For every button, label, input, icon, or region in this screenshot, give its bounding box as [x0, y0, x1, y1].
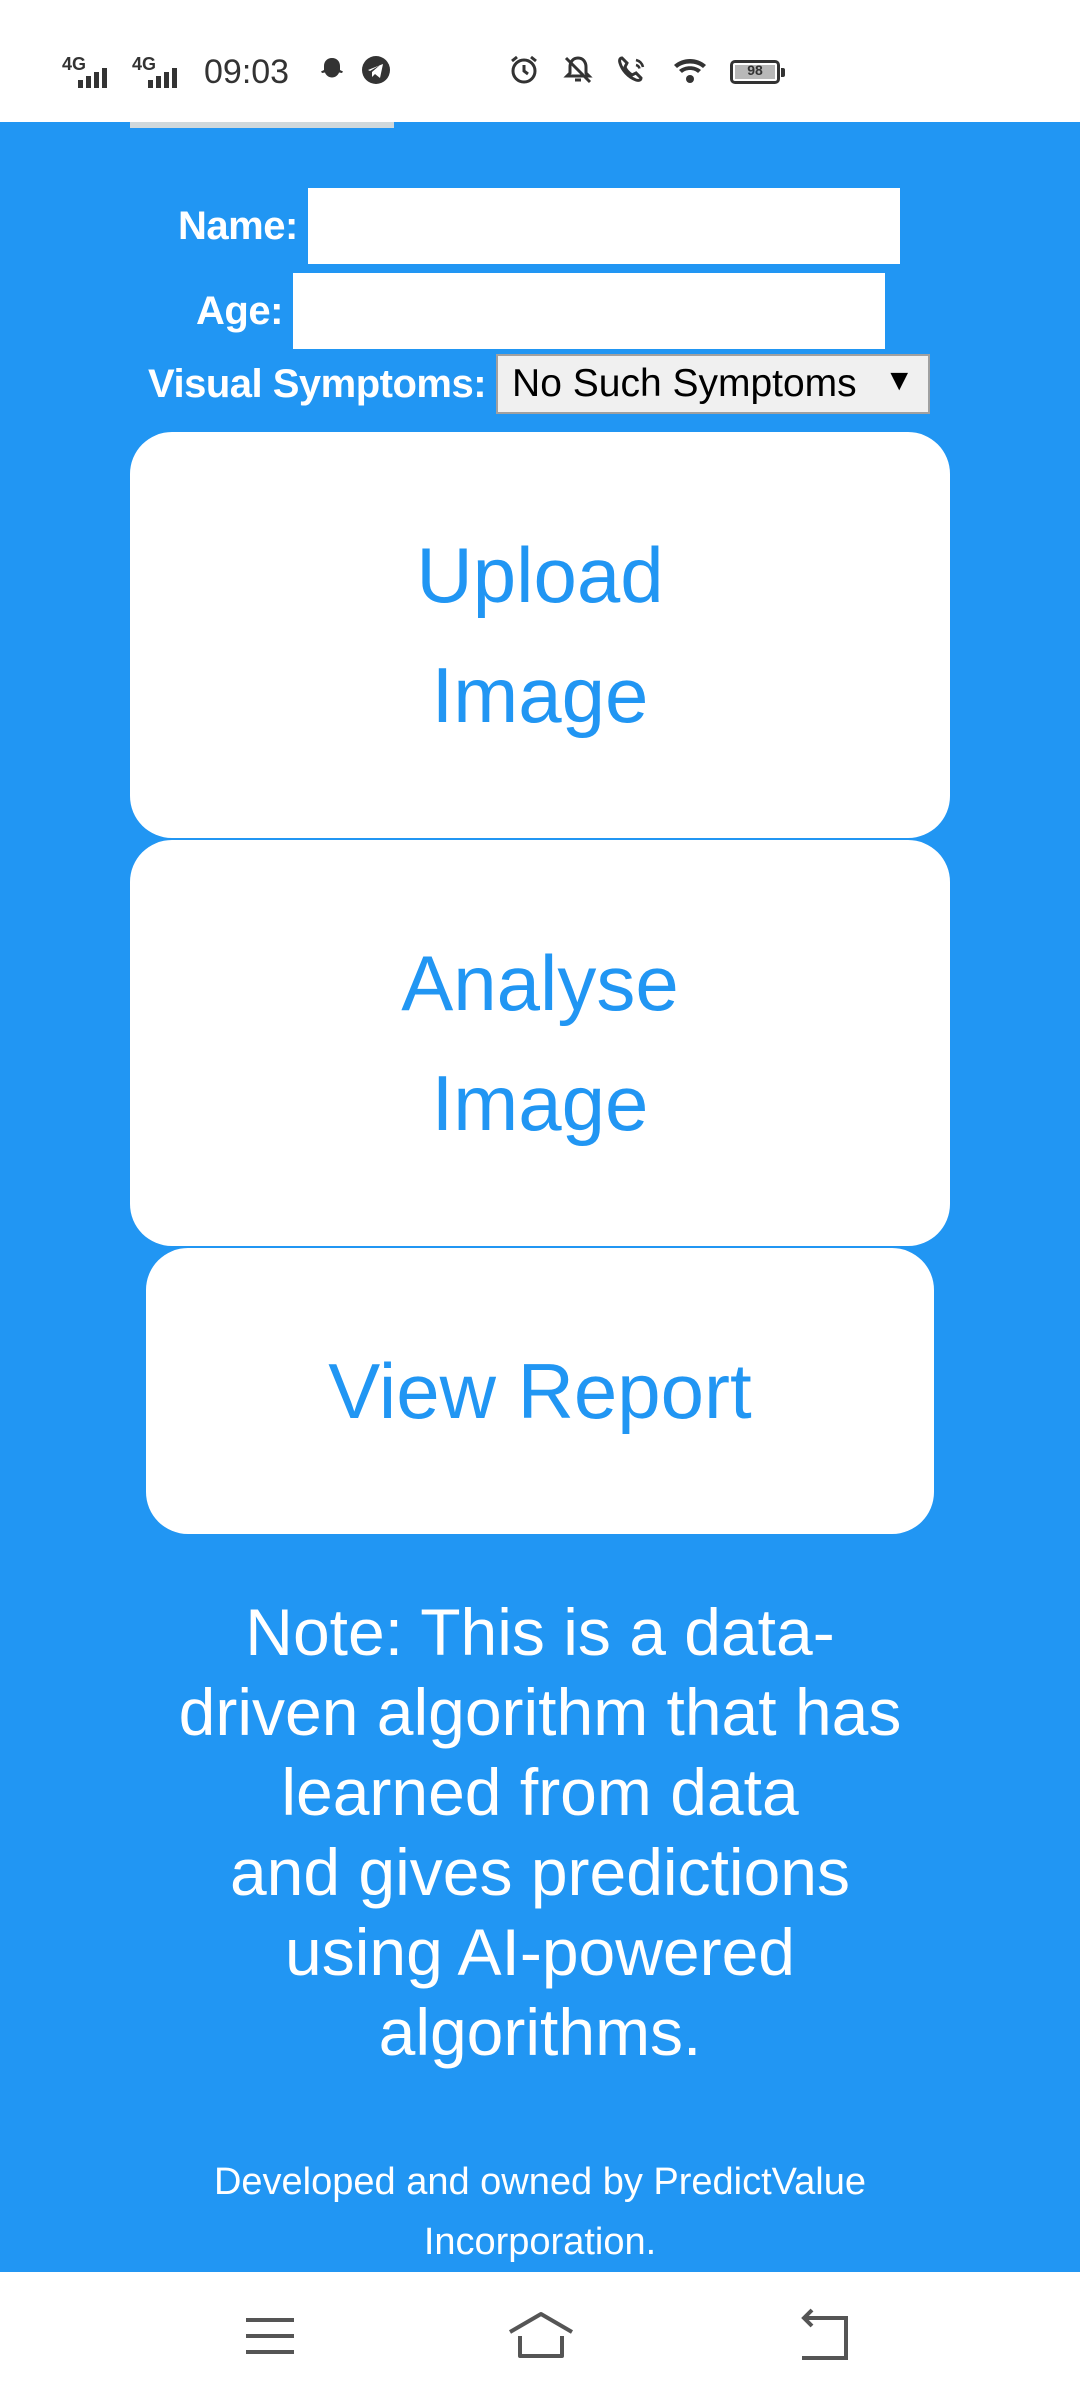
symptoms-row: Visual Symptoms: No Such Symptoms ▼ [148, 354, 931, 414]
age-row: Age: [196, 273, 885, 349]
note-line: learned from data [281, 1755, 799, 1829]
system-nav-bar [0, 2272, 1080, 2400]
disclaimer-note: Note: This is a data- driven algorithm t… [120, 1592, 960, 2072]
menu-icon[interactable] [238, 2306, 302, 2366]
notifications-off-icon [562, 54, 594, 91]
status-right: 98 [508, 50, 785, 94]
name-row: Name: [178, 188, 900, 264]
top-tab-indicator [130, 122, 394, 128]
visual-symptoms-selected-value: No Such Symptoms [512, 362, 857, 405]
footer-line: Incorporation. [423, 2221, 657, 2263]
app-content: Name: Age: Visual Symptoms: No Such Symp… [0, 122, 1080, 2272]
visual-symptoms-label: Visual Symptoms: [148, 361, 487, 406]
age-input[interactable] [292, 273, 885, 349]
note-line: Note: This is a data- [245, 1595, 835, 1669]
analyse-image-button[interactable]: Analyse Image [130, 840, 950, 1246]
back-icon[interactable] [792, 2306, 856, 2366]
wifi-icon [672, 55, 708, 90]
battery-percent: 98 [747, 62, 763, 78]
signal-icon: 4G [60, 52, 116, 92]
home-icon[interactable] [506, 2306, 574, 2366]
alarm-icon [508, 54, 540, 91]
footer-line: Developed and owned by PredictValue [213, 2161, 867, 2203]
dropdown-arrow-icon: ▼ [884, 364, 915, 397]
analyse-image-label-line1: Analyse [401, 939, 679, 1027]
upload-image-label-line2: Image [431, 651, 649, 739]
note-line: driven algorithm that has [178, 1675, 902, 1749]
signal-icon: 4G [130, 52, 186, 92]
upload-image-label-line1: Upload [416, 531, 664, 619]
status-bar: 4G 4G 09:03 98 [0, 0, 1080, 122]
age-label: Age: [196, 288, 283, 333]
status-time: 09:03 [204, 52, 290, 91]
note-line: using AI-powered [285, 1915, 795, 1989]
copyright-footer: Developed and owned by PredictValue Inco… [160, 2152, 920, 2272]
battery-icon: 98 [730, 60, 785, 84]
upload-image-button[interactable]: Upload Image [130, 432, 950, 838]
name-label: Name: [178, 203, 298, 248]
view-report-button[interactable]: View Report [146, 1248, 934, 1534]
note-line: algorithms. [378, 1995, 702, 2069]
view-report-label: View Report [328, 1347, 752, 1435]
app-screen: 4G 4G 09:03 98 Name: Age: Visual Symptom… [0, 0, 1080, 2400]
analyse-image-label-line2: Image [431, 1059, 649, 1147]
telegram-icon [361, 55, 391, 90]
wifi-calling-icon [616, 54, 650, 91]
status-left: 4G 4G 09:03 [60, 50, 391, 94]
snapchat-icon [317, 55, 347, 90]
name-input[interactable] [307, 188, 900, 264]
visual-symptoms-select[interactable]: No Such Symptoms ▼ [496, 354, 931, 414]
note-line: and gives predictions [229, 1835, 851, 1909]
